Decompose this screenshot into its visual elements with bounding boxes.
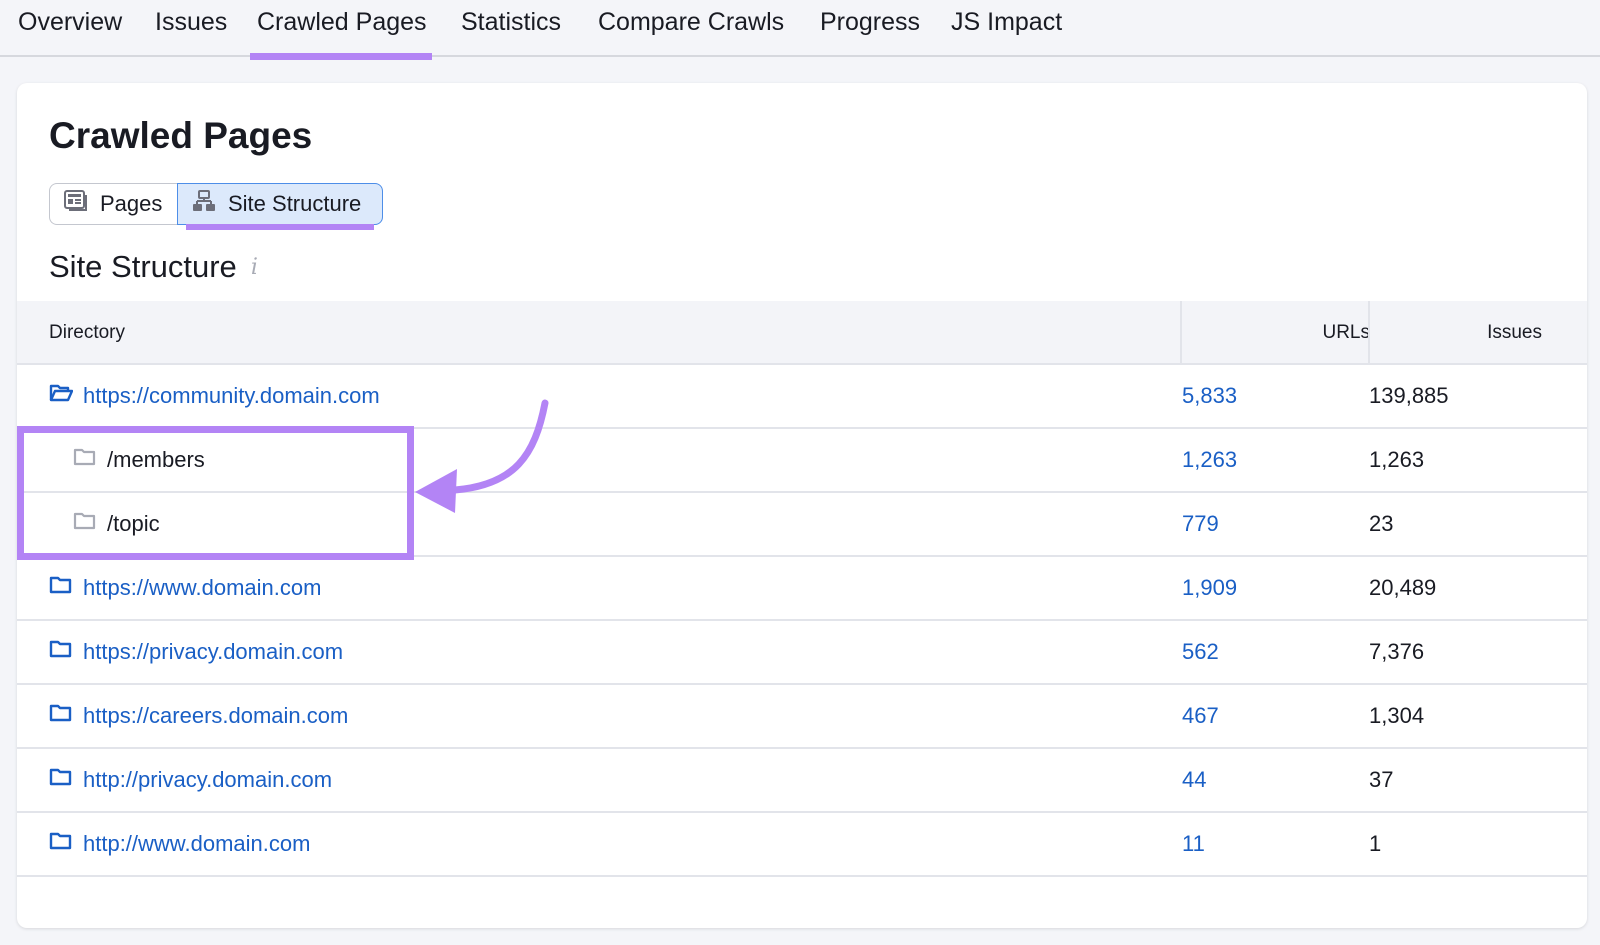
urls-count-link[interactable]: 1,263 <box>1182 447 1237 473</box>
table-row: https://careers.domain.com 467 1,304 <box>17 685 1587 749</box>
view-toggle: Pages Site Structure <box>49 183 383 230</box>
table-row: /members 1,263 1,263 <box>17 429 1587 493</box>
column-header-directory[interactable]: Directory <box>49 322 125 344</box>
folder-icon[interactable] <box>49 703 73 729</box>
directory-link[interactable]: http://privacy.domain.com <box>83 767 332 793</box>
report-tabs: Overview Issues Crawled Pages Statistics… <box>0 0 1600 60</box>
column-header-issues[interactable]: Issues <box>1487 322 1542 344</box>
directory-cell: /members <box>73 429 205 491</box>
directory-link[interactable]: https://careers.domain.com <box>83 703 348 729</box>
folder-open-icon[interactable] <box>49 383 74 409</box>
column-divider <box>1180 301 1182 363</box>
issues-count: 1,263 <box>1369 447 1425 472</box>
tab-overview[interactable]: Overview <box>18 8 122 37</box>
directory-link[interactable]: http://www.domain.com <box>83 831 310 857</box>
issues-count: 1,304 <box>1369 703 1425 728</box>
section-title: Site Structure i <box>49 249 258 285</box>
folder-icon[interactable] <box>49 767 73 793</box>
directory-cell: http://privacy.domain.com <box>49 749 332 811</box>
site-structure-view-label: Site Structure <box>228 191 362 216</box>
page-title: Crawled Pages <box>49 115 313 156</box>
pages-view-button[interactable]: Pages <box>49 183 177 225</box>
directory-link[interactable]: https://privacy.domain.com <box>83 639 343 665</box>
directory-cell: https://privacy.domain.com <box>49 621 343 683</box>
column-divider <box>1368 301 1370 363</box>
urls-count-link[interactable]: 44 <box>1182 767 1206 793</box>
tab-js-impact[interactable]: JS Impact <box>951 8 1062 37</box>
pages-view-label: Pages <box>100 191 163 216</box>
table-row: https://community.domain.com 5,833 139,8… <box>17 365 1587 429</box>
pages-icon <box>64 190 88 218</box>
urls-count-link[interactable]: 467 <box>1182 703 1219 729</box>
issues-count: 139,885 <box>1369 383 1449 408</box>
info-icon[interactable]: i <box>251 255 258 280</box>
directory-link[interactable]: https://community.domain.com <box>83 383 380 409</box>
table-row: https://privacy.domain.com 562 7,376 <box>17 621 1587 685</box>
urls-count-link[interactable]: 562 <box>1182 639 1219 665</box>
crawled-pages-card: Crawled Pages Pages Site Structure Site … <box>17 83 1587 928</box>
directory-link[interactable]: https://www.domain.com <box>83 575 321 601</box>
issues-count: 1 <box>1369 831 1382 856</box>
subdirectory-label[interactable]: /topic <box>107 511 160 537</box>
table-row: http://privacy.domain.com 44 37 <box>17 749 1587 813</box>
urls-count-link[interactable]: 1,909 <box>1182 575 1237 601</box>
table-row: http://www.domain.com 11 1 <box>17 813 1587 877</box>
tab-compare-crawls[interactable]: Compare Crawls <box>598 8 784 37</box>
issues-count: 37 <box>1369 767 1394 792</box>
directory-cell: http://www.domain.com <box>49 813 310 875</box>
annotation-arrow-icon <box>415 399 549 513</box>
folder-icon[interactable] <box>49 831 73 857</box>
urls-count-link[interactable]: 5,833 <box>1182 383 1237 409</box>
folder-icon[interactable] <box>49 639 73 665</box>
table-row: /topic 779 23 <box>17 493 1587 557</box>
folder-icon <box>73 511 97 537</box>
table-row: https://www.domain.com 1,909 20,489 <box>17 557 1587 621</box>
site-structure-icon <box>192 190 216 218</box>
table-header: Directory URLs Issues <box>17 301 1587 365</box>
directory-cell: https://www.domain.com <box>49 557 321 619</box>
directory-cell: /topic <box>73 493 160 555</box>
tab-progress[interactable]: Progress <box>820 8 920 37</box>
directory-cell: https://community.domain.com <box>49 365 380 427</box>
folder-icon <box>73 447 97 473</box>
urls-count-link[interactable]: 779 <box>1182 511 1219 537</box>
subdirectory-label[interactable]: /members <box>107 447 205 473</box>
urls-count-link[interactable]: 11 <box>1182 831 1205 857</box>
issues-count: 20,489 <box>1369 575 1437 600</box>
tab-statistics[interactable]: Statistics <box>461 8 561 37</box>
column-header-urls[interactable]: URLs <box>1322 322 1370 344</box>
tab-issues[interactable]: Issues <box>155 8 227 37</box>
tab-crawled-pages[interactable]: Crawled Pages <box>250 8 432 60</box>
folder-icon[interactable] <box>49 575 73 601</box>
issues-count: 23 <box>1369 511 1394 536</box>
section-title-text: Site Structure <box>49 249 237 284</box>
site-structure-view-button[interactable]: Site Structure <box>177 183 383 230</box>
directory-cell: https://careers.domain.com <box>49 685 348 747</box>
issues-count: 7,376 <box>1369 639 1425 664</box>
